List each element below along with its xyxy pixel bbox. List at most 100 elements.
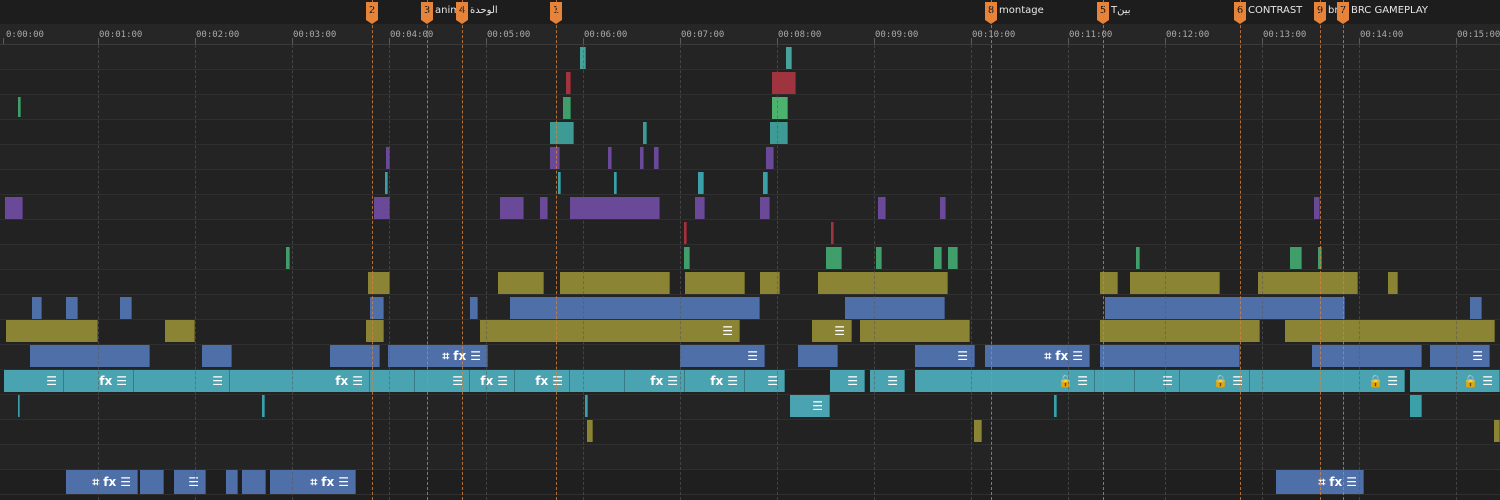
clip[interactable] xyxy=(32,297,42,319)
clip[interactable] xyxy=(18,395,20,417)
clip[interactable] xyxy=(1130,272,1220,294)
clip[interactable] xyxy=(1136,247,1140,269)
menu-icon[interactable]: ☰ xyxy=(1482,375,1493,387)
clip[interactable] xyxy=(1388,272,1398,294)
clip[interactable]: ☰ xyxy=(174,470,206,494)
menu-icon[interactable]: ☰ xyxy=(1162,375,1173,387)
clip[interactable] xyxy=(1100,345,1240,367)
clip[interactable] xyxy=(580,47,586,69)
clip[interactable] xyxy=(974,420,982,442)
fx-icon[interactable]: fx xyxy=(650,375,663,387)
clip[interactable] xyxy=(480,320,695,342)
clip[interactable] xyxy=(798,345,838,367)
clip[interactable] xyxy=(766,147,774,169)
fx-icon[interactable]: fx xyxy=(1329,476,1342,488)
clip[interactable] xyxy=(1312,345,1422,367)
menu-icon[interactable]: ☰ xyxy=(667,375,678,387)
clip[interactable]: ☰ xyxy=(790,395,830,417)
clip[interactable]: ☰ xyxy=(415,370,470,392)
clip[interactable] xyxy=(262,395,265,417)
menu-icon[interactable]: ☰ xyxy=(470,350,481,362)
clip[interactable] xyxy=(563,97,571,119)
clip[interactable]: fx ☰ xyxy=(64,370,134,392)
clip[interactable] xyxy=(386,147,390,169)
menu-icon[interactable]: ☰ xyxy=(212,375,223,387)
clip[interactable] xyxy=(370,370,415,392)
time-ruler[interactable]: 0:00:00 00:01:00 00:02:00 00:03:00 00:04… xyxy=(0,24,1500,45)
crop-icon[interactable]: ⌗ xyxy=(311,476,318,488)
clip[interactable] xyxy=(878,197,886,219)
clip[interactable]: ⌗ fx ☰ xyxy=(388,345,488,367)
menu-icon[interactable]: ☰ xyxy=(452,375,463,387)
fx-lock-icon[interactable]: 🔒 xyxy=(1058,375,1073,387)
fx-icon[interactable]: fx xyxy=(321,476,334,488)
clip[interactable]: ☰ xyxy=(812,320,852,342)
clip[interactable]: fx ☰ xyxy=(685,370,745,392)
clip[interactable] xyxy=(818,272,948,294)
clip[interactable] xyxy=(587,420,593,442)
clip[interactable] xyxy=(1100,320,1260,342)
clip[interactable] xyxy=(684,247,690,269)
clip[interactable] xyxy=(66,297,78,319)
menu-icon[interactable]: ☰ xyxy=(747,350,758,362)
clip[interactable] xyxy=(566,72,571,94)
menu-icon[interactable]: ☰ xyxy=(1072,350,1083,362)
clip[interactable] xyxy=(585,395,588,417)
fx-icon[interactable]: fx xyxy=(535,375,548,387)
clip[interactable] xyxy=(695,197,705,219)
clip[interactable] xyxy=(763,172,768,194)
clip[interactable] xyxy=(1105,297,1345,319)
clip[interactable] xyxy=(540,197,548,219)
crop-icon[interactable]: ⌗ xyxy=(1319,476,1326,488)
clip[interactable] xyxy=(202,345,232,367)
clip[interactable] xyxy=(470,297,478,319)
clip[interactable] xyxy=(385,172,388,194)
clip[interactable]: fx ☰ xyxy=(515,370,570,392)
clip[interactable] xyxy=(640,147,644,169)
clip[interactable]: ⌗ fx ☰ xyxy=(985,345,1090,367)
clip[interactable] xyxy=(940,197,946,219)
menu-icon[interactable]: ☰ xyxy=(1232,375,1243,387)
fx-icon[interactable]: fx xyxy=(103,476,116,488)
clip[interactable] xyxy=(786,47,792,69)
menu-icon[interactable]: ☰ xyxy=(847,375,858,387)
clip[interactable] xyxy=(772,97,788,119)
clip[interactable] xyxy=(510,297,760,319)
clip[interactable] xyxy=(934,247,942,269)
clip[interactable]: ⌗ fx ☰ xyxy=(66,470,138,494)
clip[interactable] xyxy=(558,172,561,194)
fx-icon[interactable]: fx xyxy=(453,350,466,362)
menu-icon[interactable]: ☰ xyxy=(727,375,738,387)
clip[interactable] xyxy=(831,222,834,244)
clip[interactable] xyxy=(772,72,796,94)
clip[interactable] xyxy=(370,297,384,319)
clip[interactable]: 🔒 ☰ xyxy=(915,370,1095,392)
clip[interactable]: ⌗ fx ☰ xyxy=(1276,470,1364,494)
clip[interactable] xyxy=(550,147,560,169)
menu-icon[interactable]: ☰ xyxy=(834,325,845,337)
clip[interactable]: ☰ xyxy=(680,320,740,342)
menu-icon[interactable]: ☰ xyxy=(767,375,778,387)
clip[interactable] xyxy=(1285,320,1495,342)
clip[interactable] xyxy=(498,272,544,294)
menu-icon[interactable]: ☰ xyxy=(1077,375,1088,387)
clip[interactable] xyxy=(948,247,958,269)
clip[interactable] xyxy=(140,470,164,494)
clip[interactable] xyxy=(826,247,842,269)
clip[interactable]: ☰ xyxy=(870,370,905,392)
clip[interactable] xyxy=(30,345,150,367)
fx-lock-icon[interactable]: 🔒 xyxy=(1213,375,1228,387)
clip[interactable] xyxy=(242,470,266,494)
fx-lock-icon[interactable]: 🔒 xyxy=(1368,375,1383,387)
clip[interactable] xyxy=(1410,395,1422,417)
clip[interactable] xyxy=(570,197,660,219)
menu-icon[interactable]: ☰ xyxy=(188,476,199,488)
clip[interactable] xyxy=(286,247,290,269)
menu-icon[interactable]: ☰ xyxy=(352,375,363,387)
clip[interactable]: ☰ xyxy=(1430,345,1490,367)
clip[interactable]: ☰ xyxy=(134,370,230,392)
clip[interactable] xyxy=(1494,420,1500,442)
fx-icon[interactable]: fx xyxy=(99,375,112,387)
clip[interactable] xyxy=(643,122,647,144)
clip[interactable]: ☰ xyxy=(915,345,975,367)
